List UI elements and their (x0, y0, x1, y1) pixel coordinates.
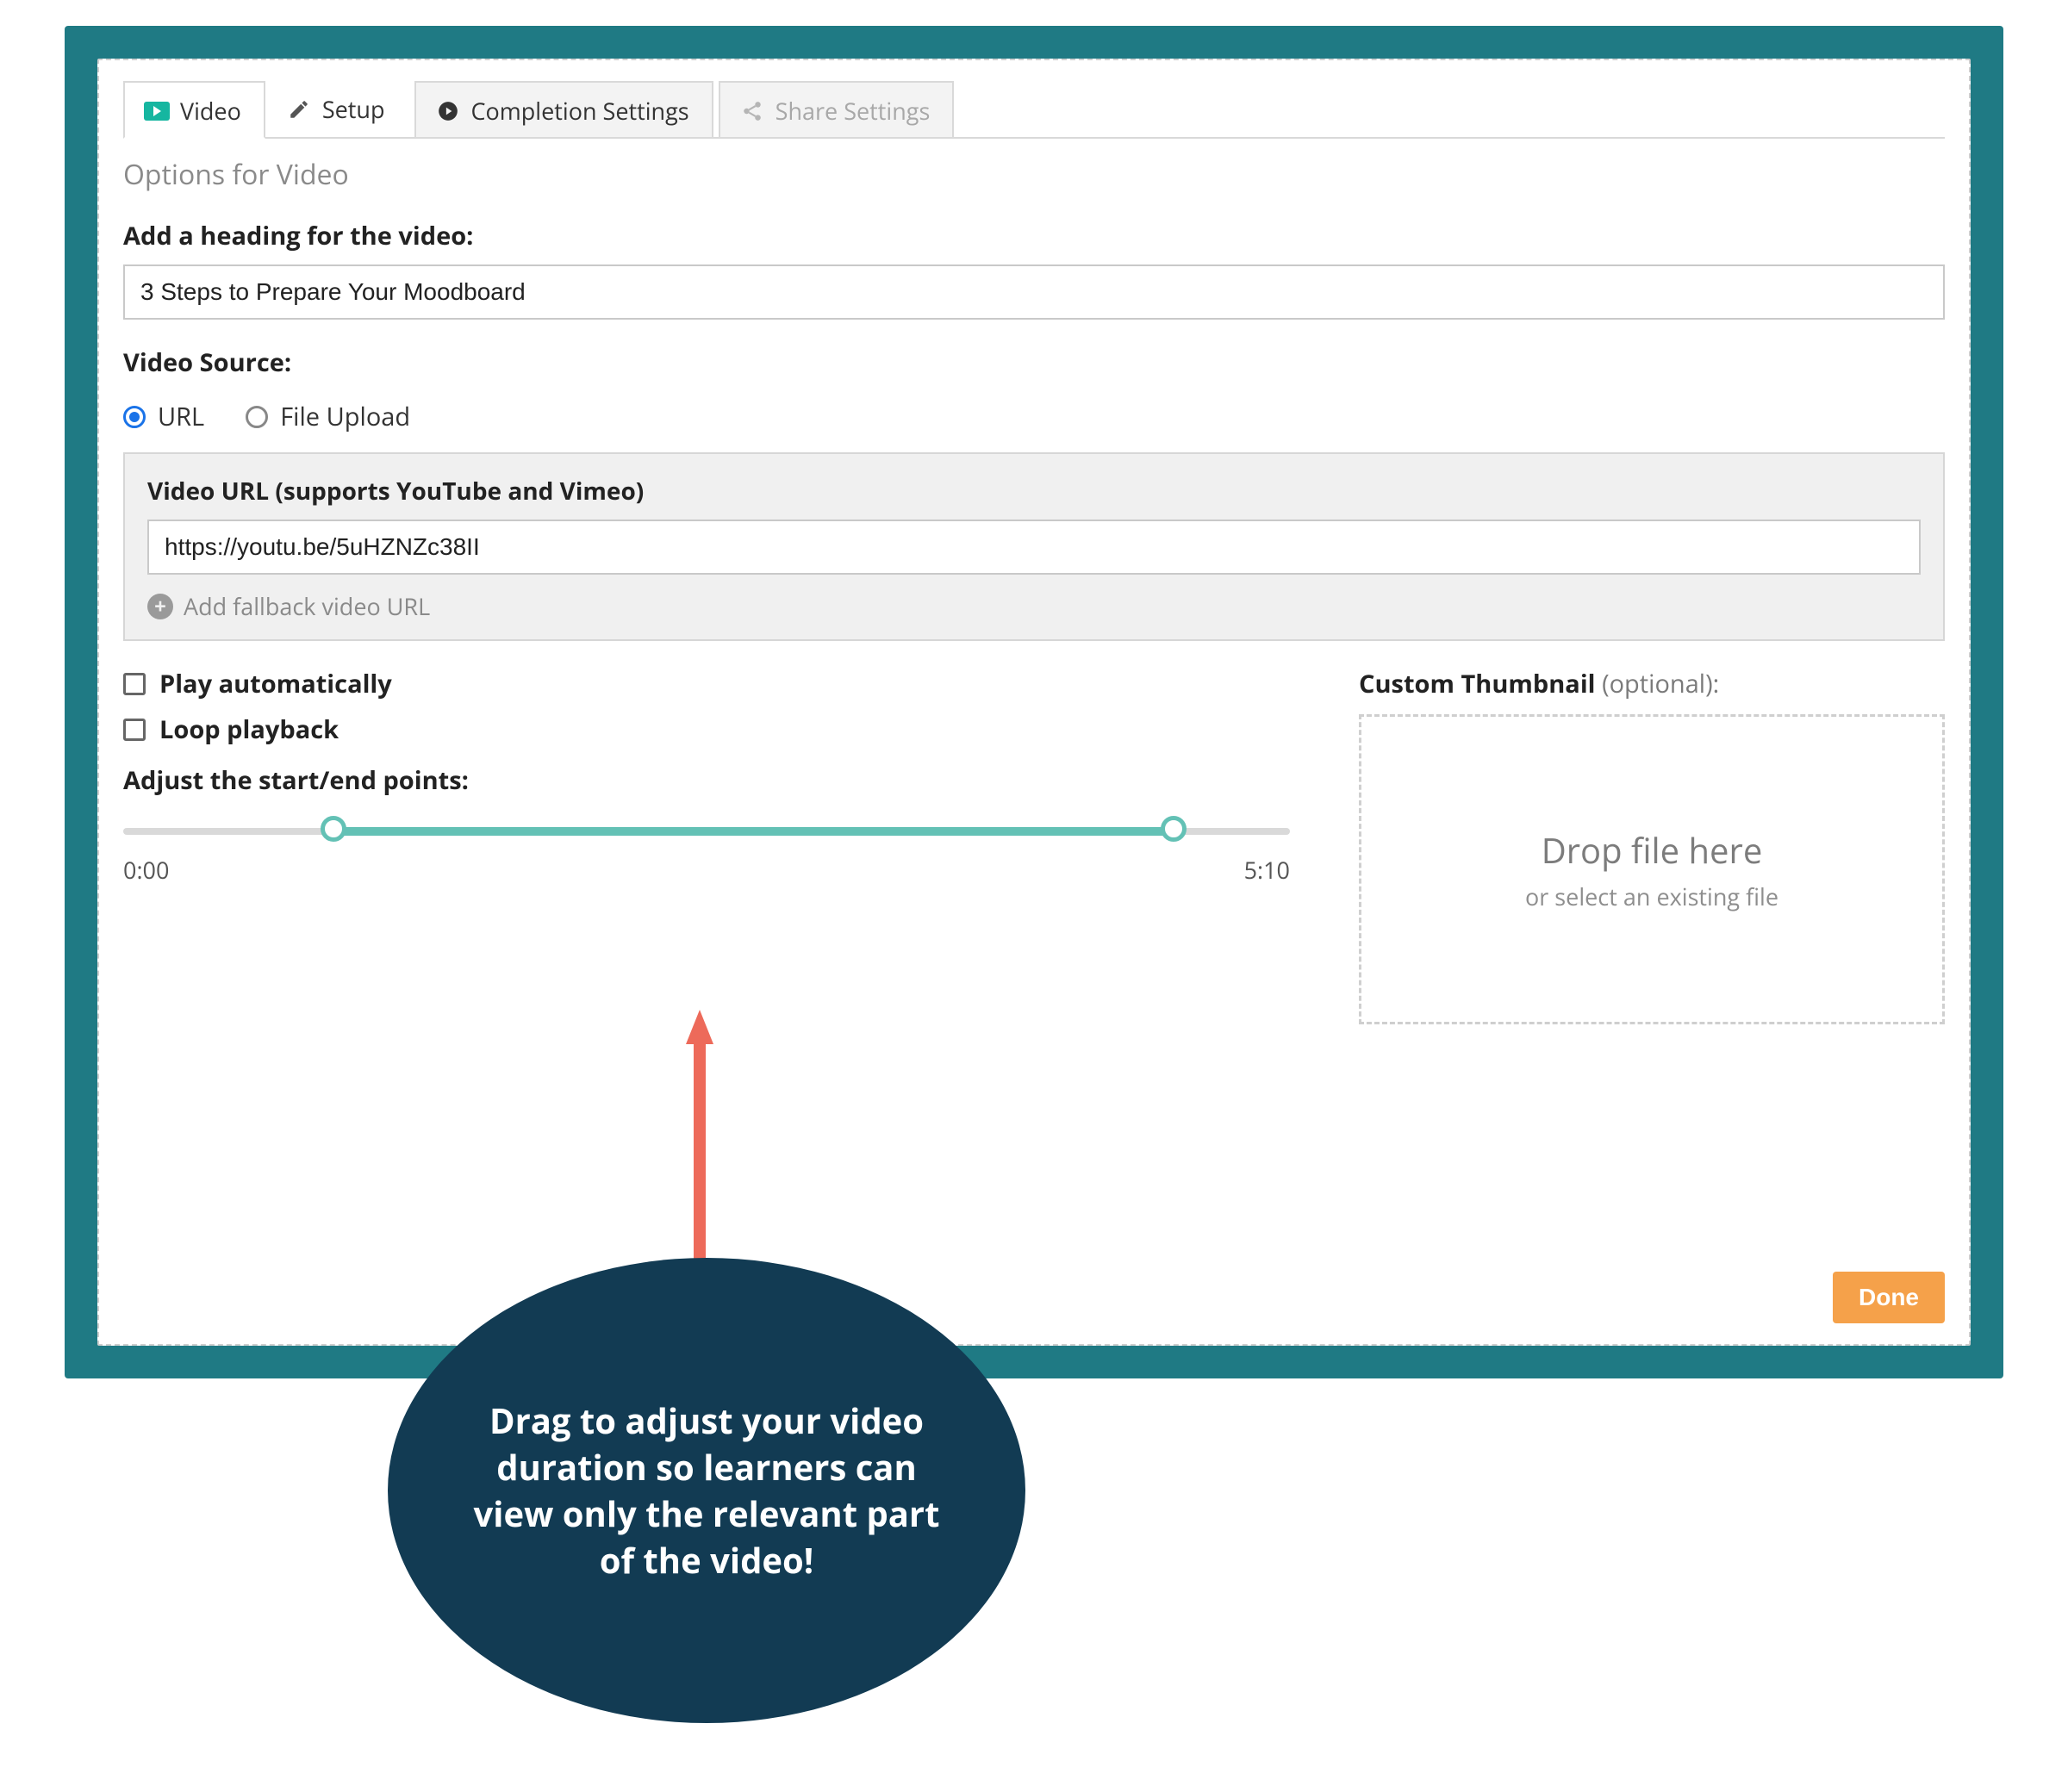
settings-panel: Video Setup Completion Settings Share Se… (97, 59, 1971, 1346)
slider-times: 0:00 5:10 (123, 854, 1290, 886)
check-play-auto-label: Play automatically (159, 667, 392, 700)
right-column: Custom Thumbnail (optional): Drop file h… (1359, 667, 1945, 1024)
slider-track[interactable] (123, 819, 1290, 842)
slider-track-active (333, 827, 1174, 836)
radio-url[interactable]: URL (123, 400, 204, 433)
plus-circle-icon: + (147, 594, 173, 619)
tab-setup-label: Setup (322, 93, 385, 125)
check-loop-playback[interactable]: Loop playback (123, 712, 1290, 746)
url-box-title: Video URL (supports YouTube and Vimeo) (147, 475, 1921, 507)
radio-url-dot (123, 406, 146, 428)
check-loop-label: Loop playback (159, 712, 339, 746)
dropzone-subtitle: or select an existing file (1525, 880, 1778, 912)
lower-area: Play automatically Loop playback Adjust … (123, 667, 1945, 1024)
slider-handle-start[interactable] (321, 816, 346, 842)
heading-input[interactable] (123, 264, 1945, 320)
radio-file-dot (246, 406, 268, 428)
source-radio-group: URL File Upload (123, 400, 1945, 433)
add-fallback-url[interactable]: + Add fallback video URL (147, 590, 1921, 622)
checkbox-play-auto (123, 673, 146, 695)
check-play-automatically[interactable]: Play automatically (123, 667, 1290, 700)
add-fallback-label: Add fallback video URL (184, 590, 430, 622)
tab-video[interactable]: Video (123, 81, 265, 139)
thumbnail-label-text: Custom Thumbnail (1359, 667, 1602, 700)
play-circle-icon (435, 98, 461, 124)
url-box: Video URL (supports YouTube and Vimeo) +… (123, 452, 1945, 641)
done-button[interactable]: Done (1833, 1272, 1945, 1323)
tab-video-label: Video (180, 95, 241, 127)
video-icon (144, 98, 170, 124)
dropzone-title: Drop file here (1542, 826, 1763, 874)
left-column: Play automatically Loop playback Adjust … (123, 667, 1290, 1024)
video-source-label: Video Source: (123, 345, 1945, 379)
tab-share[interactable]: Share Settings (719, 81, 955, 139)
heading-label: Add a heading for the video: (123, 219, 1945, 252)
slider-end-time: 5:10 (1244, 854, 1290, 886)
checkbox-loop (123, 719, 146, 741)
app-frame: Video Setup Completion Settings Share Se… (65, 26, 2003, 1378)
thumbnail-label: Custom Thumbnail (optional): (1359, 667, 1945, 700)
annotation-callout: Drag to adjust your video duration so le… (388, 1258, 1025, 1723)
slider-handle-end[interactable] (1161, 816, 1187, 842)
share-icon (739, 98, 765, 124)
tab-share-label: Share Settings (776, 95, 931, 127)
tab-bar: Video Setup Completion Settings Share Se… (123, 79, 1945, 139)
tab-completion-label: Completion Settings (471, 95, 689, 127)
thumbnail-dropzone[interactable]: Drop file here or select an existing fil… (1359, 714, 1945, 1024)
tab-setup[interactable]: Setup (265, 79, 409, 137)
video-url-input[interactable] (147, 520, 1921, 575)
thumbnail-optional: (optional): (1602, 667, 1719, 700)
pencil-icon (286, 96, 312, 122)
radio-file-upload[interactable]: File Upload (246, 400, 410, 433)
duration-slider: 0:00 5:10 (123, 819, 1290, 886)
tab-completion[interactable]: Completion Settings (414, 81, 713, 139)
slider-start-time: 0:00 (123, 854, 169, 886)
section-title: Options for Video (123, 156, 1945, 193)
callout-text: Drag to adjust your video duration so le… (457, 1397, 956, 1584)
radio-url-label: URL (158, 400, 204, 433)
radio-file-label: File Upload (280, 400, 410, 433)
adjust-label: Adjust the start/end points: (123, 763, 1290, 797)
